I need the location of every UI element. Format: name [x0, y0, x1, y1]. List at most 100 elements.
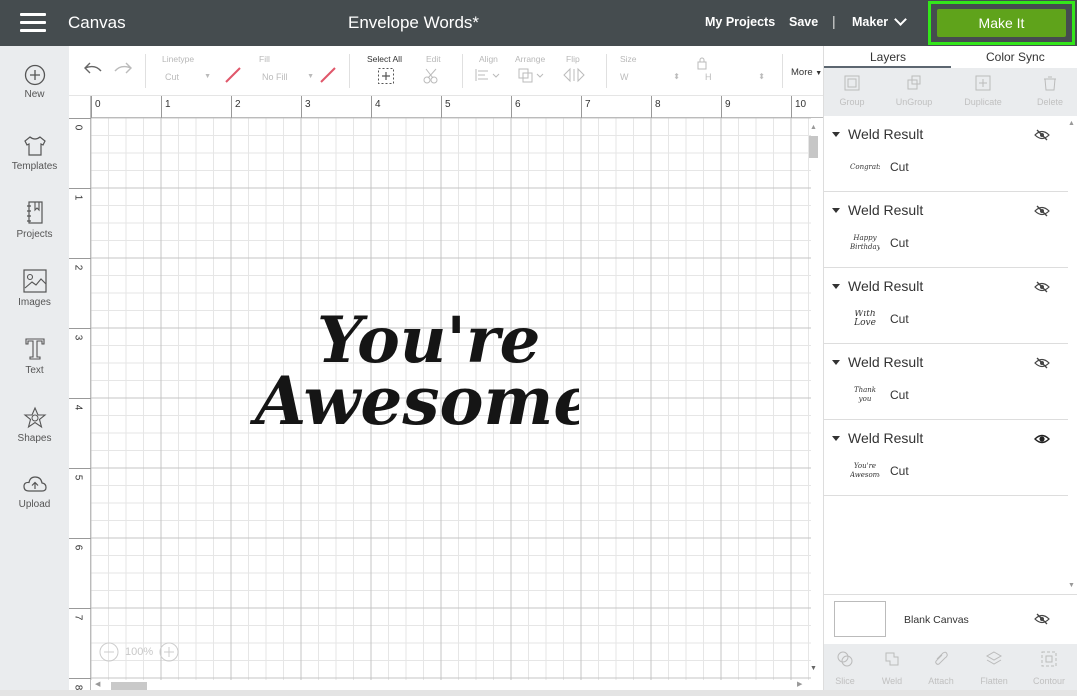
ungroup-button[interactable]: UnGroup	[884, 74, 944, 107]
ruler-tick	[69, 398, 91, 399]
eye-hidden-icon[interactable]	[1034, 205, 1050, 217]
left-sidebar: New Templates Projects Images Text Shape…	[0, 46, 69, 696]
fill-color-swatch[interactable]	[319, 66, 337, 84]
lock-icon[interactable]	[696, 56, 708, 70]
sidebar-item-templates[interactable]: Templates	[0, 134, 69, 172]
tab-layers[interactable]: Layers	[870, 50, 906, 64]
sidebar-label-text: Text	[25, 365, 44, 376]
ruler-tick	[69, 118, 91, 119]
arrange-icon[interactable]	[517, 67, 545, 83]
tab-color-sync[interactable]: Color Sync	[986, 50, 1045, 64]
layer-group[interactable]: Weld Result You're Awesome Cut	[824, 420, 1068, 496]
align-label: Align	[479, 54, 498, 64]
scroll-down-icon[interactable]: ▼	[810, 665, 817, 672]
ruler-tick	[91, 96, 92, 118]
redo-icon[interactable]	[113, 60, 133, 76]
ruler-tick-label: 6	[515, 99, 521, 110]
linetype-color-swatch[interactable]	[224, 66, 242, 84]
ruler-tick-label: 0	[95, 99, 101, 110]
zoom-in-icon[interactable]	[159, 642, 179, 662]
flip-icon[interactable]	[561, 67, 589, 83]
caret-down-icon[interactable]	[832, 207, 840, 213]
zoom-out-icon[interactable]	[99, 642, 119, 662]
undo-icon[interactable]	[83, 60, 103, 76]
group-button[interactable]: Group	[822, 74, 882, 107]
sidebar-item-shapes[interactable]: Shapes	[0, 406, 69, 444]
flatten-label: Flatten	[980, 676, 1008, 686]
sidebar-item-images[interactable]: Images	[0, 268, 69, 308]
blank-canvas-swatch[interactable]	[834, 601, 886, 637]
blank-canvas-row[interactable]: Blank Canvas	[824, 594, 1077, 644]
vertical-scrollbar-thumb[interactable]	[809, 136, 818, 158]
scroll-up-icon[interactable]: ▲	[810, 124, 817, 131]
design-canvas[interactable]: You're Awesome ▲ ▼ 100% ◀ ▶ 0 1 2 3 4 5 6 7 8 9 10…	[69, 96, 823, 696]
flatten-button[interactable]: Flatten	[973, 650, 1015, 686]
select-all-icon[interactable]	[377, 67, 395, 85]
sidebar-item-projects[interactable]: Projects	[0, 200, 69, 240]
layer-group[interactable]: Weld Result Congrats! Cut	[824, 116, 1068, 192]
header-separator: |	[832, 13, 836, 29]
sidebar-item-upload[interactable]: Upload	[0, 474, 69, 510]
sidebar-item-text[interactable]: Text	[0, 336, 69, 376]
horizontal-scrollbar-thumb[interactable]	[111, 682, 147, 690]
flip-label: Flip	[566, 54, 580, 64]
machine-label: Maker	[852, 15, 889, 29]
panel-scroll-down-icon[interactable]: ▼	[1068, 582, 1075, 589]
duplicate-button[interactable]: Duplicate	[953, 74, 1013, 107]
make-it-button[interactable]: Make It	[937, 9, 1066, 37]
my-projects-link[interactable]: My Projects	[705, 15, 775, 29]
layer-title: Weld Result	[848, 354, 924, 370]
scroll-left-icon[interactable]: ◀	[95, 680, 100, 688]
save-link[interactable]: Save	[789, 15, 818, 29]
layer-thumbnail: Congrats!	[850, 163, 880, 171]
sidebar-label-new: New	[24, 89, 45, 100]
height-field[interactable]: H ⬍	[705, 69, 767, 85]
eye-visible-icon[interactable]	[1034, 433, 1050, 445]
layer-group[interactable]: Weld Result Happy Birthday Cut	[824, 192, 1068, 268]
caret-down-icon[interactable]	[832, 131, 840, 137]
caret-down-icon[interactable]	[832, 283, 840, 289]
layer-type: Cut	[890, 236, 909, 250]
eye-hidden-icon[interactable]	[1034, 281, 1050, 293]
ruler-tick	[441, 96, 442, 118]
layer-thumbnail: With Love	[854, 310, 876, 328]
ungroup-label: UnGroup	[895, 97, 933, 107]
size-label: Size	[620, 54, 637, 64]
caret-down-icon[interactable]	[832, 435, 840, 441]
slice-button[interactable]: Slice	[824, 650, 866, 686]
hamburger-menu-icon[interactable]	[20, 13, 46, 33]
delete-label: Delete	[1036, 97, 1063, 107]
design-text-artwork[interactable]: You're Awesome	[249, 292, 579, 452]
trash-icon	[1044, 76, 1056, 91]
machine-select[interactable]: Maker	[852, 13, 908, 29]
align-icon[interactable]	[474, 67, 500, 83]
layer-group[interactable]: Weld Result With Love Cut	[824, 268, 1068, 344]
more-button[interactable]: More ▼	[791, 67, 822, 78]
delete-button[interactable]: Delete	[1020, 74, 1077, 107]
scroll-right-icon[interactable]: ▶	[797, 680, 802, 688]
eye-hidden-icon[interactable]	[1034, 357, 1050, 369]
eye-hidden-icon[interactable]	[1034, 129, 1050, 141]
sidebar-item-new[interactable]: New	[0, 64, 69, 100]
document-title[interactable]: Envelope Words*	[348, 13, 479, 33]
scissors-icon[interactable]	[422, 67, 444, 85]
caret-down-icon[interactable]	[832, 359, 840, 365]
linetype-select[interactable]: Cut ▼	[165, 69, 215, 85]
panel-scroll-up-icon[interactable]: ▲	[1068, 120, 1075, 127]
plus-circle-icon	[24, 64, 45, 86]
ruler-tick-label: 5	[72, 474, 84, 481]
weld-button[interactable]: Weld	[871, 650, 913, 686]
fill-select[interactable]: No Fill ▼	[262, 69, 318, 85]
ruler-tick-label: 10	[795, 99, 807, 110]
contour-button[interactable]: Contour	[1028, 650, 1070, 686]
attach-button[interactable]: Attach	[920, 650, 962, 686]
bottom-actions-bar: Slice Weld Attach Flatten Contour	[824, 644, 1077, 696]
height-label: H	[705, 72, 712, 82]
eye-hidden-icon[interactable]	[1034, 613, 1050, 625]
ruler-tick-label: 3	[305, 99, 311, 110]
layer-group[interactable]: Weld Result Thank you Cut	[824, 344, 1068, 420]
panel-tabs: Layers Color Sync	[824, 46, 1077, 68]
zoom-level: 100%	[125, 646, 154, 658]
select-all-label: Select All	[367, 54, 402, 64]
width-field[interactable]: W ⬍	[620, 69, 682, 85]
